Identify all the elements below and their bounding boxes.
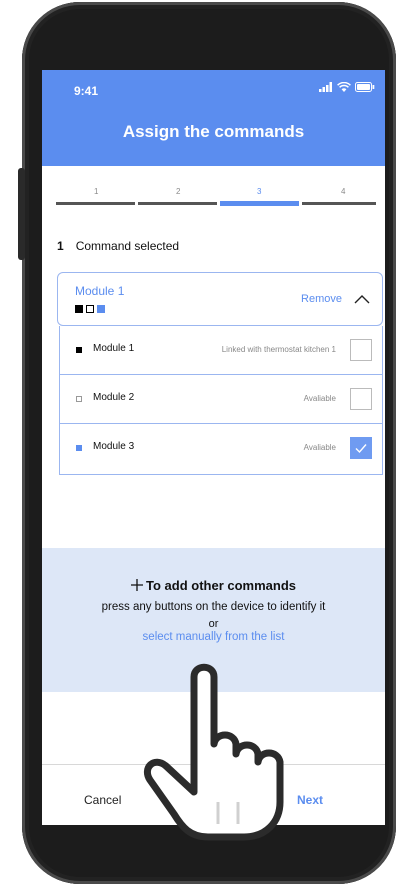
add-commands-title-text: To add other commands xyxy=(146,578,296,593)
indicator-filled xyxy=(75,305,83,313)
module-checkbox-1[interactable] xyxy=(350,339,372,361)
module-checkbox-3[interactable] xyxy=(350,437,372,459)
step-line-3 xyxy=(220,201,299,206)
chevron-up-icon[interactable] xyxy=(354,293,370,305)
module-status: Avaliable xyxy=(303,443,336,452)
step-2[interactable]: 2 xyxy=(176,187,180,196)
module-name: Module 3 xyxy=(93,441,135,452)
indicator-blue xyxy=(97,305,105,313)
battery-icon xyxy=(355,82,375,92)
module-status: Avaliable xyxy=(303,394,336,403)
module-name: Module 2 xyxy=(93,392,135,403)
selection-summary: 1 Command selected xyxy=(57,239,179,253)
module-checkbox-2[interactable] xyxy=(350,388,372,410)
module-card-name: Module 1 xyxy=(75,284,125,298)
phone-side-button xyxy=(18,168,25,260)
module-indicators xyxy=(75,305,105,313)
step-line-4 xyxy=(302,202,376,205)
bullet-empty xyxy=(76,396,82,402)
indicator-empty xyxy=(86,305,94,313)
select-manually-link[interactable]: select manually from the list xyxy=(42,631,385,643)
module-list: Module 1 Linked with thermostat kitchen … xyxy=(59,326,383,475)
stepper: 1 2 3 4 xyxy=(56,187,376,207)
step-4[interactable]: 4 xyxy=(341,187,345,196)
module-row-1[interactable]: Module 1 Linked with thermostat kitchen … xyxy=(60,326,382,375)
status-time: 9:41 xyxy=(74,84,99,98)
check-icon xyxy=(355,444,367,454)
module-status: Linked with thermostat kitchen 1 xyxy=(221,345,336,354)
selection-label: Command selected xyxy=(75,239,180,253)
status-icons xyxy=(319,82,375,92)
bullet-filled xyxy=(76,347,82,353)
remove-button[interactable]: Remove xyxy=(301,293,342,305)
step-3[interactable]: 3 xyxy=(257,187,261,196)
add-commands-title: To add other commands xyxy=(42,578,385,593)
selection-count: 1 xyxy=(57,239,64,253)
bullet-blue xyxy=(76,445,82,451)
module-dropdown[interactable]: Module 1 Remove xyxy=(57,272,383,326)
signal-icon xyxy=(319,82,332,92)
pointing-hand-icon xyxy=(143,663,284,841)
step-line-2 xyxy=(138,202,217,205)
header-bar: 9:41 Assign the commands xyxy=(42,70,385,166)
module-row-2[interactable]: Module 2 Avaliable xyxy=(60,375,382,424)
wifi-icon xyxy=(337,82,351,92)
cancel-button[interactable]: Cancel xyxy=(84,793,121,807)
add-commands-description: press any buttons on the device to ident… xyxy=(101,601,326,613)
step-line-1 xyxy=(56,202,135,205)
page-title: Assign the commands xyxy=(122,122,305,141)
step-1[interactable]: 1 xyxy=(94,187,98,196)
add-commands-or: or xyxy=(208,618,219,630)
module-row-3[interactable]: Module 3 Avaliable xyxy=(60,424,382,472)
plus-icon xyxy=(131,579,143,591)
module-name: Module 1 xyxy=(93,343,135,354)
